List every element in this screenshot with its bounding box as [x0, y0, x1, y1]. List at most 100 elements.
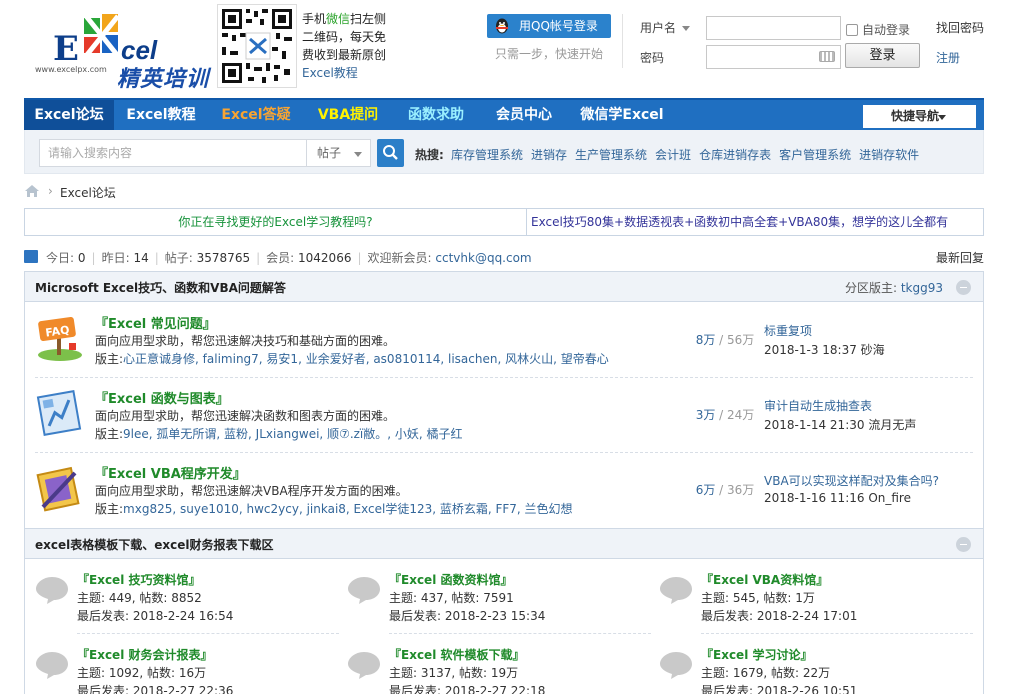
promo-right-link[interactable]: Excel技巧80集+数据透视表+函数初中高全套+VBA80集，想学的这儿全都有 [531, 209, 948, 235]
hot-term[interactable]: 生产管理系统 [575, 148, 647, 162]
qq-login-hint: 只需一步，快速开始 [495, 47, 604, 61]
forum-posts: 56万 [727, 333, 755, 347]
qr-code-icon [220, 7, 294, 85]
forum-row: 『Excel VBA程序开发』 面向应用型求助，帮您迅速解决VBA程序开发方面的… [35, 453, 973, 528]
forum-tile-name[interactable]: 『Excel 财务会计报表』 [77, 646, 212, 663]
forum-tile: 『Excel 技巧资料馆』 主题: 449, 帖数: 8852 最后发表: 20… [35, 567, 335, 631]
forum-tile-last[interactable]: 最后发表: 2018-2-27 22:18 [389, 682, 545, 694]
checkbox-icon [846, 24, 858, 36]
posts-value: 3578765 [196, 251, 251, 265]
forum-stats: 今日: 0 | 昨日: 14 | 帖子: 3578765 | 会员: 1042066 | 欢迎新… [24, 249, 984, 265]
forum-tile-name[interactable]: 『Excel 函数资料馆』 [389, 571, 512, 588]
forum-tile-last[interactable]: 最后发表: 2018-2-26 10:51 [701, 682, 857, 694]
nav-member-center[interactable]: 会员中心 [484, 100, 564, 130]
username-input[interactable] [706, 16, 841, 40]
logo-url: www.excelpx.com [35, 65, 107, 74]
forum-tile-stats: 主题: 1679, 帖数: 22万 [701, 666, 831, 680]
chevron-down-icon [682, 26, 691, 31]
qq-login-label: 用QQ帐号登录 [519, 19, 598, 33]
faq-sign-icon[interactable]: FAQ [35, 313, 85, 363]
forum-mods-list[interactable]: mxg825, suye1010, hwc2ycy, jinkai8, Exce… [123, 502, 573, 516]
collapse-icon[interactable] [956, 280, 971, 295]
logo-x-mark-icon [84, 14, 120, 58]
section-title[interactable]: Microsoft Excel技巧、函数和VBA问题解答 [35, 279, 286, 296]
hot-term[interactable]: 会计班 [655, 148, 691, 162]
virtual-keyboard-icon[interactable] [819, 51, 835, 62]
forum-tile-stats: 主题: 3137, 帖数: 19万 [389, 666, 519, 680]
hot-term[interactable]: 库存管理系统 [451, 148, 523, 162]
collapse-icon[interactable] [956, 537, 971, 552]
forum-last-post-link[interactable]: VBA可以实现这样配对及集合吗? [764, 472, 939, 489]
qr-text-1c: 扫左侧 [350, 12, 387, 26]
newest-member-link[interactable]: cctvhk@qq.com [435, 251, 531, 265]
hot-term[interactable]: 客户管理系统 [779, 148, 851, 162]
speech-bubble-icon [660, 652, 692, 679]
nav-function-help[interactable]: 函数求助 [396, 100, 476, 130]
auto-login-checkbox[interactable]: 自动登录 [846, 21, 910, 38]
search-button[interactable] [377, 139, 404, 167]
stats-line: 今日: 0 | 昨日: 14 | 帖子: 3578765 | 会员: 1042066 | 欢迎新… [46, 251, 532, 265]
search-scope-select[interactable]: 帖子 [307, 139, 371, 167]
chart-doc-icon[interactable] [35, 388, 85, 438]
forum-name[interactable]: 『Excel VBA程序开发』 [95, 463, 246, 482]
section-title[interactable]: excel表格模板下载、excel财务报表下载区 [35, 536, 274, 553]
yesterday-label: 昨日: [101, 251, 130, 265]
speech-bubble-icon [348, 577, 380, 604]
search-bar: 请输入搜索内容 帖子 热搜: 库存管理系统 进销存 生产管理系统 会计班 仓库进销存表客… [24, 130, 984, 174]
chevron-down-icon [938, 115, 946, 120]
forum-tile-stats: 主题: 1092, 帖数: 16万 [77, 666, 207, 680]
section-moderator: 分区版主: tkgg93 [845, 279, 943, 296]
forum-counts: 3万 / 24万 [695, 408, 755, 422]
forum-tile-last[interactable]: 最后发表: 2018-2-23 15:34 [389, 607, 545, 624]
qr-text-3: 费收到最新原创 [302, 48, 387, 62]
hot-term[interactable]: 仓库进销存表 [699, 148, 771, 162]
qq-login-button[interactable]: 用QQ帐号登录 [487, 14, 611, 38]
breadcrumb-current[interactable]: Excel论坛 [60, 184, 116, 201]
home-icon[interactable] [24, 184, 40, 198]
qr-text-1a: 手机 [302, 12, 327, 26]
promo-left-link[interactable]: 你正在寻找更好的Excel学习教程吗? [25, 209, 527, 235]
forum-tile: 『Excel 软件模板下载』 主题: 3137, 帖数: 19万 最后发表: 2… [347, 642, 647, 694]
hot-term[interactable]: 进销存软件 [859, 148, 919, 162]
section-mod-name[interactable]: tkgg93 [901, 281, 943, 295]
forum-tile-last[interactable]: 最后发表: 2018-2-24 16:54 [77, 607, 233, 624]
nav-excel-qa[interactable]: Excel答疑 [216, 100, 296, 130]
forum-row: FAQ 『Excel 常见问题』 面向应用型求助，帮您迅速解决技巧和基础方面的困… [35, 303, 973, 378]
breadcrumb-separator: › [48, 184, 53, 198]
nav-wechat-excel[interactable]: 微信学Excel [574, 100, 670, 130]
quick-nav-button[interactable]: 快捷导航 [863, 105, 976, 128]
forum-tile-name[interactable]: 『Excel 技巧资料馆』 [77, 571, 200, 588]
username-label[interactable]: 用户名 [640, 19, 691, 36]
forum-name[interactable]: 『Excel 函数与图表』 [95, 388, 229, 407]
forum-mods-list[interactable]: 心正意诚身修, faliming7, 易安1, 业余爱好者, as0810114… [123, 352, 609, 366]
forum-last-post-link[interactable]: 标重复项 [764, 322, 812, 339]
today-value: 0 [77, 251, 86, 265]
section-header: excel表格模板下载、excel财务报表下载区 [25, 529, 983, 559]
search-input[interactable]: 请输入搜索内容 [39, 139, 307, 167]
ruler-pencil-icon[interactable] [35, 463, 85, 513]
forum-tile-name[interactable]: 『Excel 软件模板下载』 [389, 646, 524, 663]
forum-mods-list[interactable]: 9lee, 孤单无所谓, 蓝粉, JLxiangwei, 顺⑦.zï敝。, 小妖… [123, 427, 462, 441]
find-password-link[interactable]: 找回密码 [936, 19, 984, 36]
login-button[interactable]: 登录 [845, 43, 920, 68]
main-nav: Excel论坛 Excel教程 Excel答疑 VBA提问 函数求助 会员中心 … [24, 98, 984, 130]
nav-excel-tutorial[interactable]: Excel教程 [120, 100, 202, 130]
nav-vba-question[interactable]: VBA提问 [308, 100, 388, 130]
forum-tile-name[interactable]: 『Excel VBA资料馆』 [701, 571, 828, 588]
hot-term[interactable]: 进销存 [531, 148, 567, 162]
forum-tile-name[interactable]: 『Excel 学习讨论』 [701, 646, 812, 663]
forum-tile: 『Excel 学习讨论』 主题: 1679, 帖数: 22万 最后发表: 201… [659, 642, 959, 694]
forum-last-post-link[interactable]: 审计自动生成抽查表 [764, 397, 872, 414]
latest-replies-link[interactable]: 最新回复 [936, 249, 984, 266]
forum-tile-last[interactable]: 最后发表: 2018-2-24 17:01 [701, 607, 857, 624]
forum-last-post-meta: 2018-1-14 21:30 流月无声 [764, 418, 917, 432]
forum-counts: 8万 / 56万 [695, 333, 755, 347]
speech-bubble-icon [36, 652, 68, 679]
nav-excel-forum[interactable]: Excel论坛 [24, 100, 114, 130]
forum-name[interactable]: 『Excel 常见问题』 [95, 313, 216, 332]
yesterday-value: 14 [133, 251, 149, 265]
site-header: E cel www.excelpx.com 精英培训 手机微信扫左侧 二维码，每… [0, 0, 1013, 98]
site-logo[interactable]: E cel www.excelpx.com 精英培训 [25, 5, 213, 92]
register-link[interactable]: 注册 [936, 49, 960, 66]
forum-tile-last[interactable]: 最后发表: 2018-2-27 22:36 [77, 682, 233, 694]
